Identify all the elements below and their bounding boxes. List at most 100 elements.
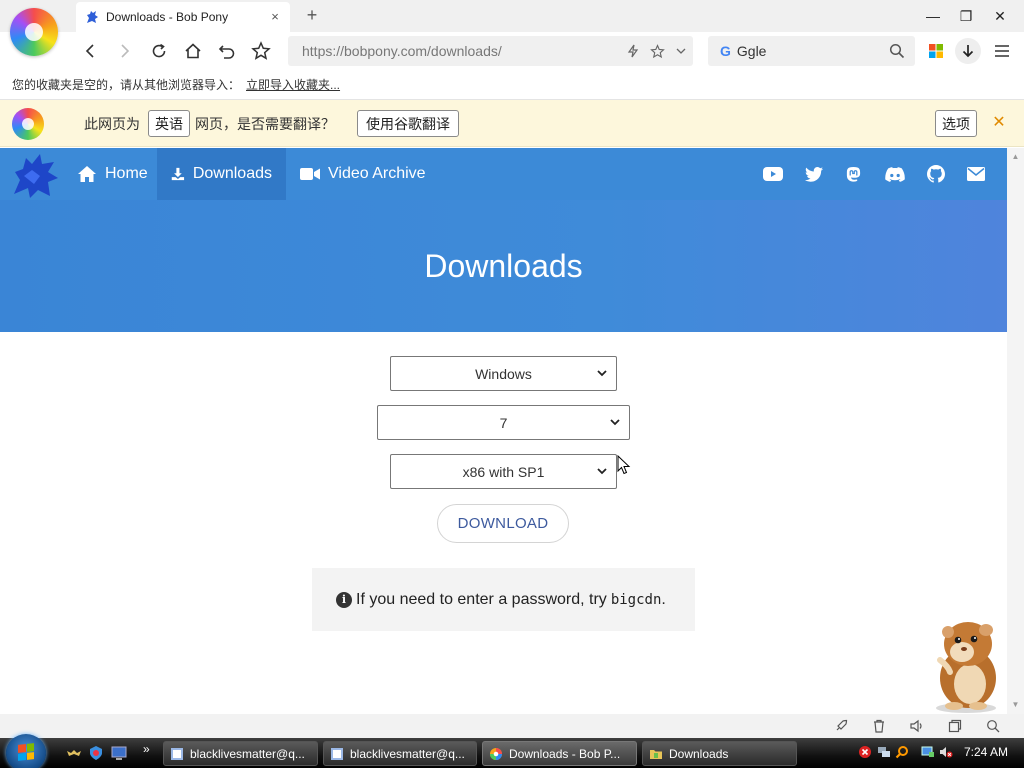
edition-select-value: x86 with SP1 xyxy=(462,463,545,480)
chevron-down-icon xyxy=(597,468,607,475)
hamster-mascot-image xyxy=(936,622,996,713)
bookmarks-empty-message: 您的收藏夹是空的，请从其他浏览器导入： xyxy=(12,78,241,92)
mastodon-icon xyxy=(846,166,860,182)
browser-tab[interactable]: Downloads - Bob Pony × xyxy=(76,2,290,32)
bookmark-star-button[interactable] xyxy=(249,39,273,63)
password-notice: i If you need to enter a password, try b… xyxy=(312,568,695,631)
browser-logo-icon[interactable] xyxy=(10,8,58,56)
downloads-button[interactable] xyxy=(955,38,981,64)
browser-navbar: https://bobpony.com/downloads/ G xyxy=(0,32,1024,70)
os-select[interactable]: Windows xyxy=(390,356,617,391)
chevron-down-icon xyxy=(597,370,607,377)
github-icon xyxy=(927,165,945,183)
start-button[interactable] xyxy=(6,734,46,768)
nav-home-label: Home xyxy=(105,165,148,182)
tray-network-icon[interactable] xyxy=(877,745,891,759)
window-app-icon xyxy=(331,747,343,760)
rocket-icon[interactable] xyxy=(833,718,849,734)
tray-security-alert-icon[interactable] xyxy=(858,745,872,759)
tray-search-icon[interactable] xyxy=(895,745,909,759)
info-icon: i xyxy=(336,591,352,608)
address-bar[interactable]: https://bobpony.com/downloads/ xyxy=(288,36,693,66)
search-box[interactable]: G xyxy=(708,36,915,66)
quicklaunch-more-chevron[interactable]: » xyxy=(143,742,150,756)
back-button[interactable] xyxy=(78,39,102,63)
twitter-icon xyxy=(805,166,823,182)
import-bookmarks-link[interactable]: 立即导入收藏夹... xyxy=(246,76,340,93)
download-arrow-icon xyxy=(962,45,974,58)
home-button[interactable] xyxy=(181,39,205,63)
search-input[interactable] xyxy=(736,43,889,59)
taskbar-item-2[interactable]: blacklivesmatter@q... xyxy=(323,741,477,766)
translate-question: 网页，是否需要翻译？ xyxy=(195,116,335,132)
twitter-link[interactable] xyxy=(804,164,824,184)
nav-home-link[interactable]: Home xyxy=(63,148,162,200)
page-viewport: Home Downloads Video Archive Downloads W… xyxy=(0,148,1007,714)
address-dropdown-chevron-icon[interactable] xyxy=(669,39,693,63)
taskbar-item-1[interactable]: blacklivesmatter@q... xyxy=(163,741,318,766)
close-window-button[interactable]: ✕ xyxy=(985,4,1015,28)
window-restore-icon[interactable] xyxy=(947,718,963,734)
search-icon[interactable] xyxy=(889,43,905,59)
zoom-icon[interactable] xyxy=(985,718,1001,734)
undo-close-tab-button[interactable] xyxy=(215,39,239,63)
edition-select[interactable]: x86 with SP1 xyxy=(390,454,617,489)
speaker-icon[interactable] xyxy=(909,718,925,734)
bobpony-favicon-icon xyxy=(87,11,98,23)
version-select[interactable]: 7 xyxy=(377,405,630,440)
translate-bar: 此网页为 英语 网页，是否需要翻译？ 使用谷歌翻译 选项 ✕ xyxy=(0,100,1024,147)
download-icon xyxy=(171,167,185,181)
taskbar-item-4[interactable]: Downloads xyxy=(642,741,797,766)
browser-app-icon xyxy=(490,747,502,760)
translate-close-icon[interactable]: ✕ xyxy=(990,113,1008,133)
taskbar-item-label: blacklivesmatter@q... xyxy=(350,746,465,761)
new-tab-button[interactable]: + xyxy=(302,4,322,26)
scroll-up-icon[interactable]: ▲ xyxy=(1011,152,1020,161)
notice-text: If you need to enter a password, try xyxy=(356,590,607,608)
chevron-down-icon xyxy=(610,419,620,426)
bobpony-logo-icon[interactable] xyxy=(10,150,62,200)
mastodon-link[interactable] xyxy=(843,164,863,184)
minimize-button[interactable]: — xyxy=(918,4,948,28)
star-icon xyxy=(251,41,271,60)
trash-icon[interactable] xyxy=(871,718,887,734)
nav-downloads-link[interactable]: Downloads xyxy=(157,148,286,200)
undo-icon xyxy=(218,45,235,59)
os-select-value: Windows xyxy=(475,365,532,382)
translate-options-button[interactable]: 选项 xyxy=(935,110,977,137)
apps-button[interactable] xyxy=(924,39,948,63)
download-button[interactable]: DOWNLOAD xyxy=(437,504,569,543)
email-link[interactable] xyxy=(966,164,986,184)
browser-status-strip xyxy=(0,714,1024,738)
page-scrollbar[interactable]: ▲ ▼ xyxy=(1007,148,1024,714)
menu-button[interactable] xyxy=(990,39,1014,63)
taskbar-item-label: Downloads - Bob P... xyxy=(509,746,621,761)
hamburger-menu-icon xyxy=(995,45,1009,57)
nav-video-archive-link[interactable]: Video Archive xyxy=(286,148,440,200)
github-link[interactable] xyxy=(926,164,946,184)
video-camera-icon xyxy=(300,168,320,180)
page-title: Downloads xyxy=(424,247,583,284)
notice-suffix: . xyxy=(661,590,666,608)
reload-button[interactable] xyxy=(147,39,171,63)
taskbar-clock[interactable]: 7:24 AM xyxy=(964,745,1008,759)
tab-close-icon[interactable]: × xyxy=(266,8,284,26)
maximize-button[interactable]: ❐ xyxy=(951,4,981,28)
forward-button[interactable] xyxy=(113,39,137,63)
scroll-down-icon[interactable]: ▼ xyxy=(1011,700,1020,709)
youtube-link[interactable] xyxy=(763,164,783,184)
taskbar-item-3[interactable]: Downloads - Bob P... xyxy=(482,741,637,766)
lightning-icon[interactable] xyxy=(621,39,645,63)
address-url[interactable]: https://bobpony.com/downloads/ xyxy=(302,43,621,59)
tray-display-icon[interactable] xyxy=(921,745,935,759)
favorite-star-icon[interactable] xyxy=(645,39,669,63)
home-icon xyxy=(78,166,96,182)
quicklaunch-bat-icon[interactable] xyxy=(66,745,82,761)
quicklaunch-shield-icon[interactable] xyxy=(88,745,104,761)
google-translate-button[interactable]: 使用谷歌翻译 xyxy=(357,110,459,137)
home-icon xyxy=(185,43,201,59)
source-language-button[interactable]: 英语 xyxy=(148,110,190,137)
discord-link[interactable] xyxy=(884,164,906,184)
tray-volume-muted-icon[interactable] xyxy=(939,745,953,759)
quicklaunch-desktop-icon[interactable] xyxy=(111,745,127,761)
